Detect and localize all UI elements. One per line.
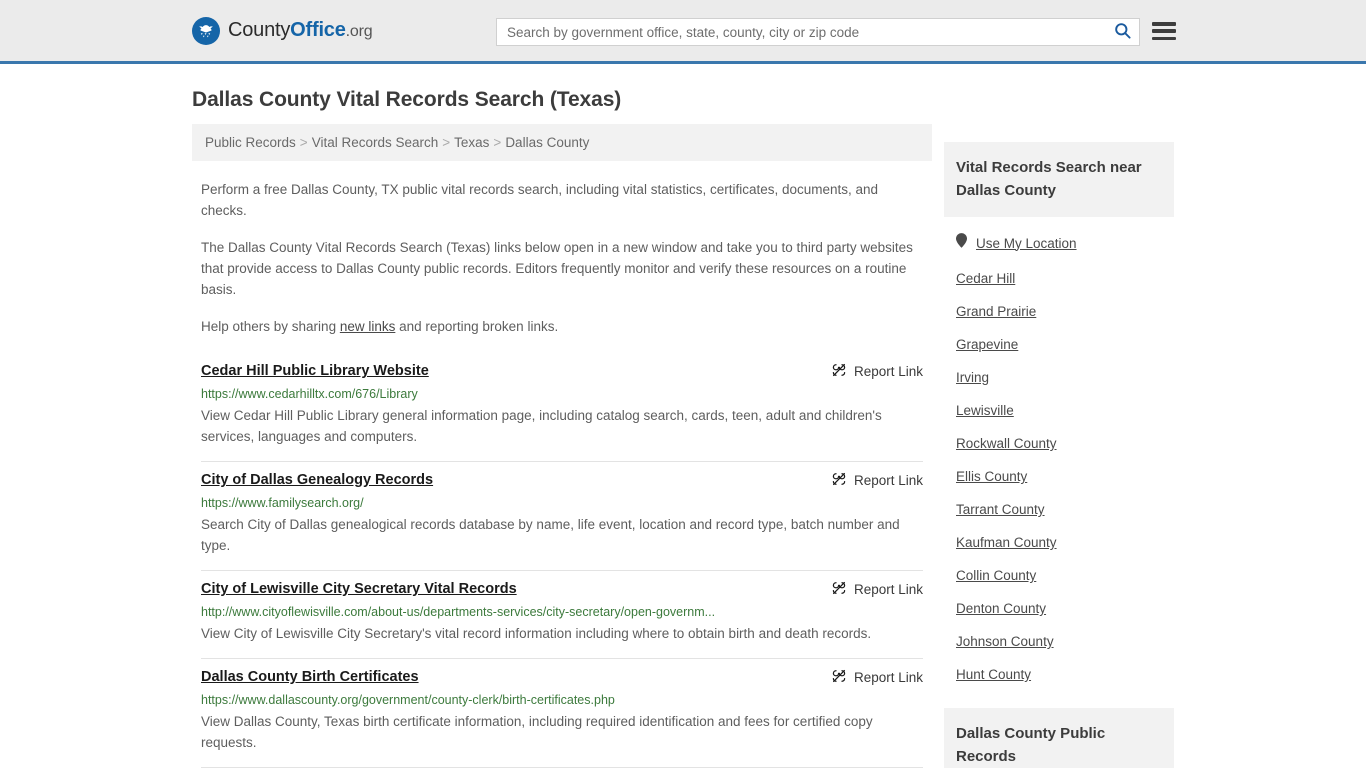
report-link-label: Report Link [853,670,923,685]
use-my-location-row[interactable]: Use My Location [956,217,1162,261]
sidebar-link-kaufman-county[interactable]: Kaufman County [956,535,1057,550]
sidebar-link-row[interactable]: Lewisville [956,393,1162,426]
breadcrumb: Public Records > Vital Records Search > Texa… [192,124,932,161]
search-input[interactable] [497,19,1105,45]
sidebar-nearby-heading: Vital Records Search near Dallas County [944,142,1174,217]
sidebar-link-tarrant-county[interactable]: Tarrant County [956,502,1045,517]
report-link-button[interactable]: Report Link [831,362,923,381]
sidebar-link-irving[interactable]: Irving [956,370,989,385]
report-link-label: Report Link [853,473,923,488]
sidebar-public-records-heading: Dallas County Public Records [944,708,1174,768]
hamburger-bar [1152,29,1176,33]
sidebar-link-row[interactable]: Kaufman County [956,525,1162,558]
result-description: View City of Lewisville City Secretary's… [201,626,872,641]
intro-paragraph-2: The Dallas County Vital Records Search (… [201,240,913,297]
main-content: Public Records > Vital Records Search > Texa… [192,124,932,768]
sidebar-link-grapevine[interactable]: Grapevine [956,337,1018,352]
sidebar-link-row[interactable]: Johnson County [956,624,1162,657]
result-description: View Dallas County, Texas birth certific… [201,714,873,750]
breadcrumb-item-texas[interactable]: Texas [454,135,489,150]
report-link-button[interactable]: Report Link [831,668,923,687]
search-button[interactable] [1105,19,1139,45]
sidebar-link-list: Use My Location Cedar Hill Grand Prairie… [944,217,1174,690]
new-links-link[interactable]: new links [340,319,396,334]
result-url[interactable]: https://www.familysearch.org/ [201,495,923,511]
sidebar-link-row[interactable]: Grapevine [956,327,1162,360]
report-link-label: Report Link [853,582,923,597]
sidebar-link-grand-prairie[interactable]: Grand Prairie [956,304,1036,319]
intro-paragraph-3: Help others by sharing new links and rep… [192,316,932,337]
broken-link-icon [831,471,847,490]
sidebar-link-row[interactable]: Denton County [956,591,1162,624]
report-link-button[interactable]: Report Link [831,471,923,490]
sidebar-link-row[interactable]: Tarrant County [956,492,1162,525]
result-title-link[interactable]: City of Lewisville City Secretary Vital … [201,579,517,599]
breadcrumb-item-public-records[interactable]: Public Records [205,135,296,150]
breadcrumb-separator: > [493,135,502,150]
result-description: View Cedar Hill Public Library general i… [201,408,882,444]
breadcrumb-item-vital-records-search[interactable]: Vital Records Search [312,135,439,150]
hamburger-bar [1152,36,1176,40]
report-link-button[interactable]: Report Link [831,580,923,599]
logo-text-county: County [228,19,291,41]
sidebar-link-row[interactable]: Ellis County [956,459,1162,492]
sidebar-link-row[interactable]: Grand Prairie [956,294,1162,327]
result-title-link[interactable]: City of Dallas Genealogy Records [201,470,433,490]
sidebar-link-hunt-county[interactable]: Hunt County [956,667,1031,682]
result-item: City of Lewisville City Secretary Vital … [201,571,923,659]
result-description: Search City of Dallas genealogical recor… [201,517,900,553]
breadcrumb-item-dallas-county[interactable]: Dallas County [505,135,589,150]
sidebar-link-collin-county[interactable]: Collin County [956,568,1036,583]
site-logo[interactable]: CountyOffice.org [192,16,373,45]
report-link-label: Report Link [853,364,923,379]
use-my-location-link[interactable]: Use My Location [976,236,1077,251]
sidebar-link-row[interactable]: Irving [956,360,1162,393]
sidebar-link-denton-county[interactable]: Denton County [956,601,1046,616]
sidebar-link-lewisville[interactable]: Lewisville [956,403,1014,418]
result-list: Cedar Hill Public Library Website Report… [192,357,932,768]
sidebar-link-row[interactable]: Collin County [956,558,1162,591]
logo-text-office: Office [290,19,346,41]
logo-text-tld: .org [345,23,373,40]
breadcrumb-separator: > [299,135,308,150]
result-title-link[interactable]: Cedar Hill Public Library Website [201,361,429,381]
page-container: Dallas County Vital Records Search (Texa… [0,88,1366,768]
share-text-before: Help others by sharing [201,319,340,334]
map-pin-icon [956,233,967,253]
result-item: City of Dallas Genealogy Records Report … [201,462,923,571]
result-url[interactable]: https://www.cedarhilltx.com/676/Library [201,386,923,402]
sidebar-link-johnson-county[interactable]: Johnson County [956,634,1054,649]
search-bar[interactable] [496,18,1140,46]
broken-link-icon [831,362,847,381]
logo-wordmark: CountyOffice.org [228,19,373,42]
sidebar-link-row[interactable]: Hunt County [956,657,1162,690]
result-url[interactable]: http://www.cityoflewisville.com/about-us… [201,604,923,620]
sidebar-link-row[interactable]: Cedar Hill [956,261,1162,294]
sidebar-link-cedar-hill[interactable]: Cedar Hill [956,271,1015,286]
page-title: Dallas County Vital Records Search (Texa… [192,88,622,111]
sidebar-link-rockwall-county[interactable]: Rockwall County [956,436,1057,451]
result-item: Dallas County Birth Certificates Report … [201,659,923,768]
hamburger-menu-icon[interactable] [1152,20,1176,42]
broken-link-icon [831,668,847,687]
breadcrumb-separator: > [442,135,451,150]
share-text-after: and reporting broken links. [395,319,559,334]
hamburger-bar [1152,22,1176,26]
site-header: CountyOffice.org [0,0,1366,64]
result-url[interactable]: https://www.dallascounty.org/government/… [201,692,923,708]
broken-link-icon [831,580,847,599]
intro-paragraph-1: Perform a free Dallas County, TX public … [201,182,879,218]
sidebar-link-row[interactable]: Rockwall County [956,426,1162,459]
result-item: Cedar Hill Public Library Website Report… [201,357,923,462]
sidebar: Vital Records Search near Dallas County … [944,124,1174,768]
search-icon [1113,21,1132,43]
sidebar-link-ellis-county[interactable]: Ellis County [956,469,1027,484]
eagle-seal-icon [192,16,220,45]
result-title-link[interactable]: Dallas County Birth Certificates [201,667,419,687]
